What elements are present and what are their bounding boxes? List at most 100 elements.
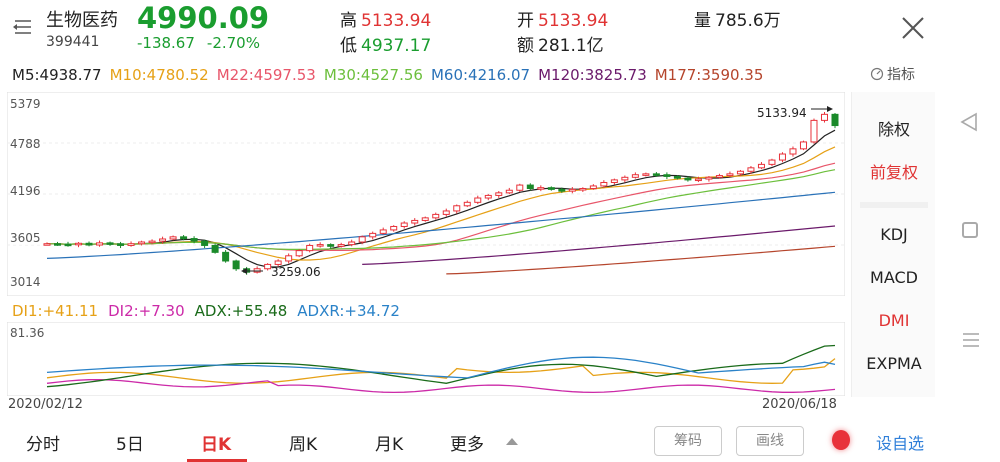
candlestick-chart[interactable] [7, 92, 845, 296]
candle-body [547, 187, 555, 190]
ma-30: M30:4527.56 [323, 66, 423, 84]
indicator-label: 指标 [887, 67, 915, 83]
chouma-button[interactable]: 筹码 [654, 426, 722, 456]
indicator-button[interactable]: 指标 [870, 64, 915, 84]
candle-body [369, 232, 377, 238]
recent-apps-icon[interactable] [962, 332, 980, 348]
candle-body [64, 243, 72, 247]
candle-body [96, 242, 104, 246]
stat-amount-label: 额 [517, 36, 534, 56]
candle-body [306, 244, 314, 252]
stat-volume-label: 量 [694, 11, 711, 31]
candle-body [159, 238, 167, 242]
tab-daily-k[interactable]: 日K [201, 430, 231, 455]
y-tick-3: 4196 [10, 184, 41, 198]
stat-amount: 额 281.1亿 [517, 31, 604, 56]
tab-monthly-k[interactable]: 月K [375, 430, 403, 455]
tab-weekly-k[interactable]: 周K [289, 430, 317, 455]
tab-5day[interactable]: 5日 [116, 430, 144, 455]
candle-body [736, 170, 744, 175]
gauge-icon [870, 67, 884, 81]
candle-body [558, 188, 566, 192]
stock-name: 生物医药 [46, 10, 118, 31]
stat-volume-value: 785.6万 [715, 11, 781, 31]
current-price: 4990.09 [137, 1, 270, 35]
candle-body [705, 176, 713, 180]
dmi-adx: ADX:+55.48 [194, 302, 288, 320]
candle-body [411, 219, 419, 224]
candle-body [778, 153, 786, 161]
candle-body [652, 173, 660, 176]
ma-177: M177:3590.35 [654, 66, 764, 84]
menu-icon[interactable] [12, 16, 34, 38]
candle-body [820, 113, 828, 121]
candle-body [579, 188, 587, 191]
stat-high-label: 高 [340, 11, 357, 31]
candle-body [768, 159, 776, 165]
candle-body [747, 167, 755, 172]
indicator-panel: 除权 前复权 KDJ MACD DMI EXPMA [851, 92, 935, 397]
ma-60: M60:4216.07 [430, 66, 531, 84]
qianfuquan-button[interactable]: 前复权 [852, 159, 936, 183]
candle-body [726, 173, 734, 177]
candle-body [222, 251, 230, 262]
stat-low-value: 4937.17 [361, 36, 432, 56]
dmi-chart[interactable] [7, 322, 845, 396]
alert-dot-icon[interactable] [832, 430, 850, 450]
candle-body [127, 243, 135, 246]
candle-body [75, 242, 83, 246]
macd-button[interactable]: MACD [852, 268, 936, 287]
candle-body [799, 141, 807, 150]
candle-body [495, 192, 503, 196]
ma-legend: M5:4938.77 M10:4780.52 M22:4597.53 M30:4527… [12, 66, 771, 84]
candle-body [232, 260, 240, 270]
y-tick-bottom: 3014 [10, 275, 41, 289]
candle-body [358, 236, 366, 243]
candle-body [390, 225, 398, 231]
dmi-button[interactable]: DMI [852, 311, 936, 330]
candle-body [673, 175, 681, 179]
candle-body [442, 210, 450, 215]
stat-low: 低 4937.17 [340, 31, 431, 56]
close-icon[interactable] [900, 15, 926, 41]
candle-body [453, 205, 461, 212]
expma-button[interactable]: EXPMA [852, 354, 936, 373]
tab-fenshi[interactable]: 分时 [26, 430, 60, 455]
stat-volume: 量 785.6万 [694, 6, 781, 31]
candle-body [190, 238, 198, 242]
kdj-button[interactable]: KDJ [852, 225, 936, 244]
candle-body [789, 148, 797, 155]
candle-body [589, 185, 597, 190]
y-tick-2: 4788 [10, 137, 41, 151]
dmi-top-value: 81.36 [10, 326, 45, 340]
change-percent: -2.70% [206, 34, 260, 52]
date-end: 2020/06/18 [762, 397, 837, 412]
y-tick-top: 5379 [10, 97, 41, 111]
stock-code: 399441 [46, 34, 100, 50]
stat-open-label: 开 [517, 11, 534, 31]
chuquan-button[interactable]: 除权 [852, 116, 936, 140]
panel-divider [860, 202, 928, 208]
candle-body [316, 244, 324, 247]
candle-body [684, 177, 692, 181]
more-arrow-icon[interactable] [506, 438, 518, 445]
tab-more[interactable]: 更多 [450, 430, 484, 455]
add-favorite-button[interactable]: 设自选 [876, 430, 924, 454]
candle-body [43, 243, 51, 246]
ma-5: M5:4938.77 [12, 66, 102, 84]
candle-body [642, 173, 650, 176]
candle-body [54, 243, 62, 246]
ma-10: M10:4780.52 [109, 66, 209, 84]
candle-body [516, 184, 524, 191]
home-icon[interactable] [962, 222, 978, 238]
candle-body [526, 184, 534, 190]
huaxian-button[interactable]: 画线 [736, 426, 804, 456]
candle-body [568, 188, 576, 192]
back-icon[interactable] [960, 112, 978, 132]
dmi-di1: DI1:+41.11 [12, 302, 99, 320]
stat-open-value: 5133.94 [538, 11, 609, 31]
stat-high-value: 5133.94 [361, 11, 432, 31]
candle-body [831, 113, 839, 127]
candle-body [327, 244, 335, 247]
candle-body [474, 197, 482, 203]
